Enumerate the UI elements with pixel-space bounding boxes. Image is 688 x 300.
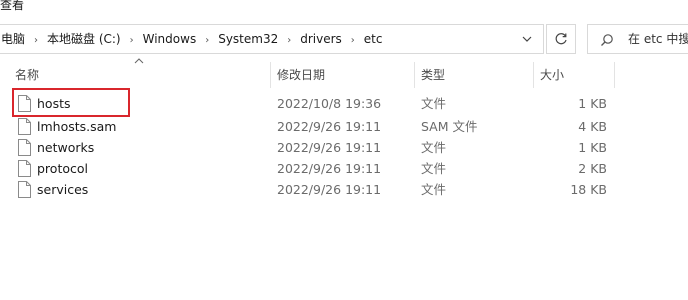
breadcrumb-separator[interactable]: › [200,27,214,55]
file-icon [18,181,31,198]
file-type: SAM 文件 [421,119,478,134]
breadcrumb-item-etc[interactable]: etc [364,25,383,53]
search-placeholder: 在 etc 中搜 [628,32,688,46]
file-date: 2022/9/26 19:11 [277,182,382,197]
file-name: protocol [37,161,88,176]
breadcrumb-item-drivers[interactable]: drivers [300,25,342,53]
breadcrumb-separator[interactable]: › [125,27,139,55]
file-size: 1 KB [578,96,607,111]
view-menu[interactable]: 查看 [0,0,24,13]
search-input[interactable]: 在 etc 中搜 [587,24,688,54]
file-icon [18,160,31,177]
refresh-icon [555,33,567,45]
breadcrumb-item-windows[interactable]: Windows [143,25,197,53]
address-bar[interactable]: 电脑 › 本地磁盘 (C:) › Windows › System32 › drivers › et… [0,24,544,54]
file-row-networks[interactable]: networks 2022/9/26 19:11 文件 1 KB [0,137,688,158]
search-icon [601,34,613,46]
file-name: networks [37,140,95,155]
address-history-dropdown[interactable] [519,31,535,47]
file-row-protocol[interactable]: protocol 2022/9/26 19:11 文件 2 KB [0,158,688,179]
column-header-row: 名称 修改日期 类型 大小 [0,62,688,88]
breadcrumb-item-system32[interactable]: System32 [218,25,278,53]
file-type: 文件 [421,161,447,176]
column-divider[interactable] [414,62,415,88]
column-header-date[interactable]: 修改日期 [277,62,325,88]
file-type: 文件 [421,182,447,197]
breadcrumb-separator[interactable]: › [346,27,360,55]
file-type: 文件 [421,140,447,155]
file-size: 1 KB [578,140,607,155]
file-name: services [37,182,89,197]
column-header-size[interactable]: 大小 [540,62,564,88]
file-type: 文件 [421,96,447,111]
file-icon [18,139,31,156]
refresh-button[interactable] [546,24,576,54]
breadcrumb: 电脑 › 本地磁盘 (C:) › Windows › System32 › drivers › et… [1,25,382,53]
file-date: 2022/9/26 19:11 [277,119,382,134]
column-header-type[interactable]: 类型 [421,62,445,88]
file-row-services[interactable]: services 2022/9/26 19:11 文件 18 KB [0,179,688,200]
file-row-lmhosts-sam[interactable]: lmhosts.sam 2022/9/26 19:11 SAM 文件 4 KB [0,116,688,137]
file-date: 2022/9/26 19:11 [277,161,382,176]
breadcrumb-separator[interactable]: › [282,27,296,55]
file-size: 4 KB [578,119,607,134]
file-date: 2022/10/8 19:36 [277,96,382,111]
highlight-annotation [12,88,130,117]
breadcrumb-separator[interactable]: › [29,27,43,55]
file-name: lmhosts.sam [37,119,117,134]
breadcrumb-item-pc[interactable]: 电脑 [1,25,25,53]
file-date: 2022/9/26 19:11 [277,140,382,155]
column-divider[interactable] [614,62,615,88]
column-divider[interactable] [270,62,271,88]
chevron-down-icon [522,36,532,42]
file-size: 18 KB [570,182,607,197]
column-divider[interactable] [533,62,534,88]
column-header-name[interactable]: 名称 [15,62,39,88]
breadcrumb-item-c-drive[interactable]: 本地磁盘 (C:) [47,25,121,53]
file-size: 2 KB [578,161,607,176]
file-icon [18,118,31,135]
